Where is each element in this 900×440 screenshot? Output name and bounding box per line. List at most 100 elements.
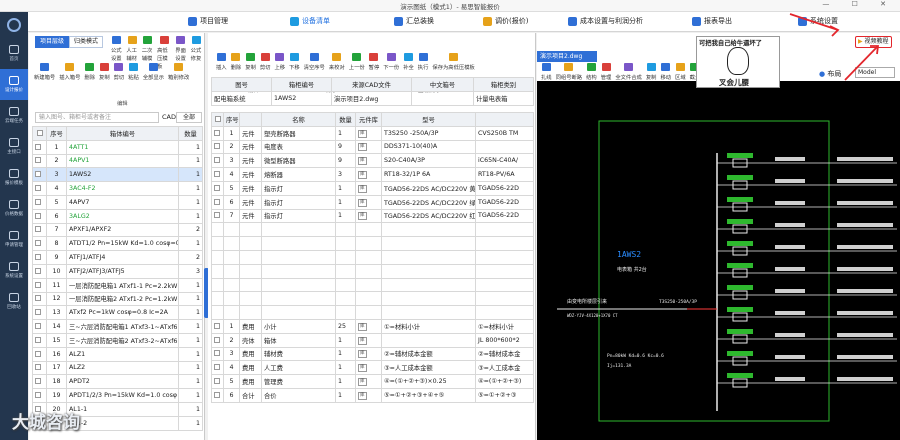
row-checkbox[interactable]: [35, 171, 41, 178]
tool-0[interactable]: 新建箱号: [32, 63, 57, 81]
row-checkbox[interactable]: [35, 254, 41, 261]
row-checkbox-cell[interactable]: [32, 305, 47, 321]
row-checkbox-cell[interactable]: [211, 374, 224, 389]
row-lib[interactable]: 库: [355, 167, 382, 182]
cad-drawing-canvas[interactable]: 1AWS2 电表箱 共2台 由变电所楼层引来 WDZ-YJV-4X120+1X7…: [537, 81, 900, 440]
row-checkbox[interactable]: [214, 198, 220, 205]
component-row[interactable]: 5 费用 管理费 1 库 ④=(①+②+③)×0.25 ④=(①+②+③): [211, 374, 534, 389]
comp-col-header[interactable]: 数量: [335, 112, 356, 127]
tool-4[interactable]: 全文件合成: [613, 63, 644, 81]
tool-10[interactable]: 下一份: [381, 53, 401, 71]
comp-col-header[interactable]: 元件库: [355, 112, 382, 127]
lib-tag-icon[interactable]: 库: [358, 391, 367, 400]
row-checkbox[interactable]: [214, 364, 220, 371]
row-checkbox[interactable]: [214, 350, 220, 357]
tool-4[interactable]: 剪切: [112, 63, 127, 81]
row-checkbox[interactable]: [35, 281, 41, 288]
row-checkbox[interactable]: [214, 336, 220, 343]
tool-1[interactable]: 插入箱号: [57, 63, 82, 81]
row-checkbox-cell[interactable]: [211, 125, 224, 141]
lib-tag-icon[interactable]: 库: [358, 157, 367, 166]
component-row[interactable]: 6 元件 指示灯 1 库 TGAD56-22DS AC/DC220V 绿 TGAD56-22…: [211, 194, 534, 210]
mode-classify[interactable]: 归类模式: [69, 36, 104, 48]
row-checkbox-cell[interactable]: [32, 388, 47, 403]
tool-0[interactable]: 扎线: [539, 63, 554, 81]
row-checkbox-cell[interactable]: [32, 153, 47, 169]
row-checkbox-cell[interactable]: [211, 194, 224, 210]
tool-13[interactable]: 保存为高低压模板: [430, 53, 476, 71]
tool-7[interactable]: 来校对: [327, 53, 347, 71]
lib-tag-icon[interactable]: 库: [358, 364, 367, 373]
menu-0[interactable]: 项目管理: [188, 16, 228, 26]
tool-12[interactable]: 执行: [416, 53, 431, 71]
row-checkbox[interactable]: [35, 267, 41, 274]
tool-6[interactable]: 清空序号: [302, 53, 327, 71]
table-row[interactable]: 8 ATDT1/2 Pn=15kW Kd=1.0 cosφ=0 1: [32, 236, 203, 252]
table-row[interactable]: 13 ATxf2 Pc=1kW cosφ=0.8 Ic=2A 1: [32, 305, 203, 321]
row-checkbox[interactable]: [35, 323, 41, 330]
lib-tag-icon[interactable]: 库: [358, 171, 367, 180]
row-lib[interactable]: 库: [355, 360, 382, 376]
info-value[interactable]: [411, 90, 474, 106]
row-checkbox[interactable]: [214, 212, 220, 219]
row-checkbox-cell[interactable]: [32, 194, 47, 210]
row-checkbox-cell[interactable]: [211, 332, 224, 348]
table-row[interactable]: 5 4APV7 1: [32, 194, 203, 210]
row-checkbox[interactable]: [214, 171, 220, 178]
menu-1[interactable]: 设备清单: [290, 16, 330, 26]
row-checkbox[interactable]: [35, 378, 41, 385]
row-checkbox-cell[interactable]: [32, 250, 47, 265]
row-checkbox-cell[interactable]: [32, 277, 47, 293]
tool-11[interactable]: 补全: [401, 53, 416, 71]
row-checkbox-cell[interactable]: [211, 139, 224, 155]
col-header[interactable]: [32, 126, 47, 141]
row-checkbox[interactable]: [35, 240, 41, 247]
row-checkbox-cell[interactable]: [32, 346, 47, 362]
table-row[interactable]: 11 一层消防配电箱1 ATxf1-1 Pc=2.2kW 1: [32, 277, 203, 293]
filter-all-select[interactable]: 全部: [176, 112, 202, 123]
row-checkbox-cell[interactable]: [211, 318, 224, 334]
tool-7[interactable]: 区域: [673, 63, 688, 81]
row-lib[interactable]: 库: [355, 346, 382, 362]
info-value[interactable]: 1AWS2: [271, 90, 332, 106]
row-lib[interactable]: 库: [355, 318, 382, 334]
table-row[interactable]: 7 APXF1/APXF2 2: [32, 222, 203, 238]
row-checkbox[interactable]: [35, 212, 41, 219]
row-checkbox[interactable]: [214, 322, 220, 329]
tool-3[interactable]: 复制: [97, 63, 112, 81]
select-all-checkbox[interactable]: [36, 129, 43, 136]
comp-select-all[interactable]: [214, 115, 221, 122]
col-header[interactable]: 序号: [46, 126, 67, 141]
tool-2[interactable]: 复制: [243, 53, 258, 71]
row-checkbox[interactable]: [35, 392, 41, 399]
info-value[interactable]: 计量电表箱: [473, 90, 534, 106]
table-row[interactable]: 16 ALZ1 1: [32, 346, 203, 362]
table-row[interactable]: 15 三~六层消防配电箱2 ATxf3-2~ATxf6 1: [32, 332, 203, 348]
table-row[interactable]: 14 三~六层消防配电箱1 ATxf3-1~ATxf6 1: [32, 319, 203, 334]
row-checkbox-cell[interactable]: [32, 291, 47, 307]
tool-5[interactable]: 下移: [287, 53, 302, 71]
component-row[interactable]: 6 合计 合价 1 库 ⑤=①+②+③+④+⑤ ⑤=①+②+③: [211, 387, 534, 403]
row-checkbox[interactable]: [35, 198, 41, 205]
comp-col-header[interactable]: 名称: [261, 112, 336, 127]
row-checkbox[interactable]: [35, 309, 41, 316]
sidebar-item-6[interactable]: 申请管理: [0, 224, 28, 255]
row-lib[interactable]: 库: [355, 374, 382, 389]
tool-3[interactable]: 剪切: [258, 53, 273, 71]
component-row[interactable]: 3 元件 微型断路器 9 库 S20-C40A/3P iC65N-C40A/: [211, 153, 534, 169]
comp-col-header[interactable]: [239, 112, 262, 127]
row-lib[interactable]: 库: [355, 194, 382, 210]
row-checkbox[interactable]: [214, 157, 220, 164]
sidebar-item-7[interactable]: 系统设置: [0, 255, 28, 286]
lib-tag-icon[interactable]: 库: [358, 336, 367, 345]
table-row[interactable]: 1 4ATT1 1: [32, 139, 203, 155]
row-checkbox-cell[interactable]: [32, 181, 47, 196]
lib-tag-icon[interactable]: 库: [358, 129, 367, 138]
lib-tag-icon[interactable]: 库: [358, 198, 367, 207]
tool-4[interactable]: 上移: [272, 53, 287, 71]
menu-5[interactable]: 报表导出: [692, 16, 732, 26]
component-row[interactable]: 4 元件 熔断器 3 库 RT18-32/1P 6A RT18-PV/6A: [211, 167, 534, 182]
component-row[interactable]: 5 元件 指示灯 1 库 TGAD56-22DS AC/DC220V 黄 TGAD56-22…: [211, 180, 534, 196]
drawing-tab[interactable]: 演示项目2.dwg: [537, 51, 597, 62]
lib-tag-icon[interactable]: 库: [358, 350, 367, 359]
